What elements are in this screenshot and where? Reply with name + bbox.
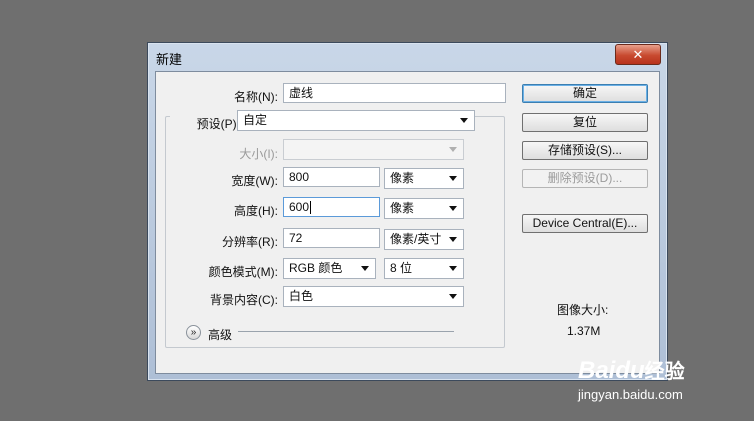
device-central-button[interactable]: Device Central(E)...	[522, 214, 648, 233]
watermark-url: jingyan.baidu.com	[578, 387, 683, 402]
preset-label: 预设(P):	[170, 115, 240, 132]
expand-advanced-icon[interactable]: »	[186, 325, 201, 340]
advanced-divider	[238, 331, 454, 332]
width-unit-select[interactable]: 像素	[384, 168, 464, 189]
width-unit-value: 像素	[390, 171, 415, 185]
ok-button[interactable]: 确定	[522, 84, 648, 103]
delete-preset-button: 删除预设(D)...	[522, 169, 648, 188]
name-input[interactable]: 虚线	[283, 83, 506, 103]
chevron-down-icon	[361, 266, 369, 271]
background-select[interactable]: 白色	[283, 286, 464, 307]
height-input[interactable]: 600	[283, 197, 380, 217]
close-icon: ✕	[632, 46, 644, 62]
chevron-down-icon	[460, 118, 468, 123]
chevron-down-icon	[449, 206, 457, 211]
color-mode-label: 颜色模式(M):	[208, 265, 278, 279]
bit-depth-value: 8 位	[390, 261, 413, 275]
size-label: 大小(I):	[239, 147, 278, 161]
height-value: 600	[289, 200, 310, 214]
background-label: 背景内容(C):	[210, 293, 278, 307]
background-value: 白色	[289, 289, 314, 303]
reset-button[interactable]: 复位	[522, 113, 648, 132]
width-label: 宽度(W):	[231, 174, 278, 188]
advanced-label[interactable]: 高级	[208, 326, 232, 343]
height-unit-value: 像素	[390, 201, 415, 215]
bit-depth-select[interactable]: 8 位	[384, 258, 464, 279]
resolution-input[interactable]: 72	[283, 228, 380, 248]
height-unit-select[interactable]: 像素	[384, 198, 464, 219]
name-label: 名称(N):	[234, 90, 278, 104]
chevron-down-icon	[449, 147, 457, 152]
preset-select[interactable]: 自定	[237, 110, 475, 131]
resolution-unit-value: 像素/英寸	[390, 232, 442, 246]
chevron-down-icon	[449, 176, 457, 181]
image-size-label: 图像大小:	[557, 303, 609, 317]
text-caret	[310, 201, 312, 215]
chevron-down-icon	[449, 266, 457, 271]
chevron-down-icon	[449, 294, 457, 299]
width-input[interactable]: 800	[283, 167, 380, 187]
size-select	[283, 139, 464, 160]
resolution-unit-select[interactable]: 像素/英寸	[384, 229, 464, 250]
image-size-value: 1.37M	[567, 324, 601, 338]
close-button[interactable]: ✕	[615, 44, 661, 65]
color-mode-select[interactable]: RGB 颜色	[283, 258, 376, 279]
watermark-brand: Baidu	[578, 357, 645, 384]
color-mode-value: RGB 颜色	[289, 261, 343, 275]
baidu-watermark-logo: Baidu经验	[578, 355, 685, 385]
watermark-brand-suffix: 经验	[644, 361, 685, 383]
title-bar[interactable]: 新建 ✕	[148, 43, 667, 71]
resolution-label: 分辨率(R):	[222, 235, 278, 249]
save-preset-button[interactable]: 存储预设(S)...	[522, 141, 648, 160]
height-label: 高度(H):	[234, 204, 278, 218]
chevron-down-icon	[449, 237, 457, 242]
dialog-title: 新建	[156, 52, 183, 67]
preset-value: 自定	[243, 113, 268, 127]
